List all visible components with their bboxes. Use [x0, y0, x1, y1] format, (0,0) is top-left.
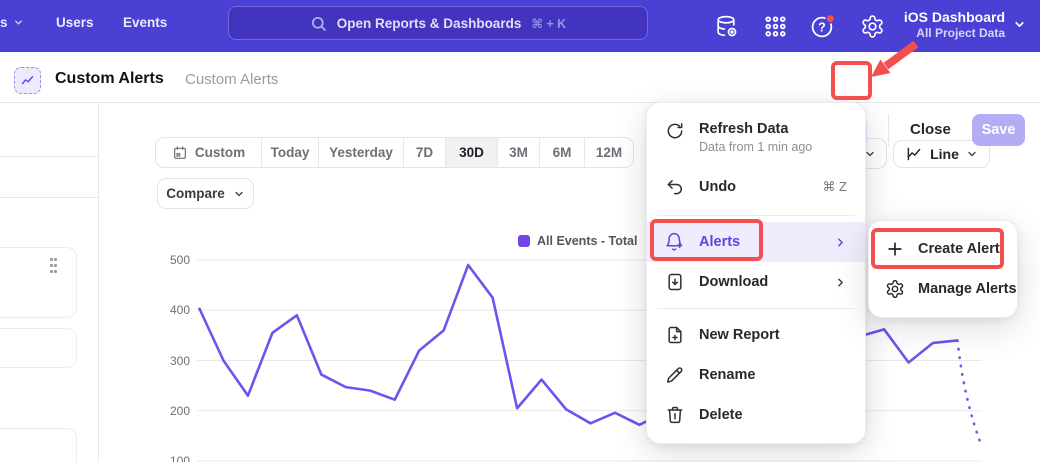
chevron-right-icon	[834, 276, 847, 289]
date-range-custom[interactable]: Custom	[156, 138, 262, 167]
search-placeholder: Open Reports & Dashboards	[337, 16, 522, 31]
chevron-down-icon	[966, 148, 978, 160]
trash-icon	[665, 405, 685, 425]
menu-item-label: Create Alert	[918, 241, 1000, 257]
date-range-label: 12M	[596, 145, 622, 160]
menu-item-alerts[interactable]: Alerts	[647, 222, 865, 262]
download-icon	[665, 272, 685, 292]
apps-grid-icon[interactable]	[763, 14, 788, 39]
menu-item-label: Undo	[699, 179, 808, 195]
plus-icon	[885, 239, 905, 259]
search-shortcut-hint: ⌘ + K	[531, 16, 566, 31]
calendar-icon	[172, 145, 188, 161]
report-options-menu: Refresh Data Data from 1 min ago Undo ⌘ …	[646, 102, 866, 444]
alerts-submenu: Create Alert Manage Alerts	[868, 220, 1018, 318]
menu-item-label: Rename	[699, 367, 847, 383]
date-range-yesterday[interactable]: Yesterday	[319, 138, 404, 167]
date-range-today[interactable]: Today	[262, 138, 319, 167]
compare-button[interactable]: Compare	[157, 178, 254, 209]
nav-item-users[interactable]: Users	[56, 15, 94, 30]
global-search-input[interactable]: Open Reports & Dashboards ⌘ + K	[228, 6, 648, 40]
date-range-label: 6M	[553, 145, 572, 160]
close-button[interactable]: Close	[910, 121, 951, 138]
notification-dot	[826, 15, 834, 23]
y-axis-tick-label: 300	[150, 354, 190, 368]
date-range-control: Custom Today Yesterday 7D 30D 3M 6M 12M	[155, 137, 634, 168]
report-header: Custom Alerts Custom Alerts GV Duplicate…	[0, 52, 1040, 103]
chevron-down-icon	[13, 17, 24, 28]
menu-item-shortcut: ⌘ Z	[822, 179, 847, 195]
svg-text:?: ?	[818, 20, 826, 34]
date-range-7d[interactable]: 7D	[404, 138, 446, 167]
legend-swatch	[518, 235, 530, 247]
y-axis-tick-label: 500	[150, 253, 190, 267]
date-range-label: 3M	[509, 145, 528, 160]
page-title: Custom Alerts	[55, 70, 164, 88]
menu-item-create-alert[interactable]: Create Alert	[869, 229, 1017, 269]
date-range-30d[interactable]: 30D	[446, 138, 498, 167]
y-axis-tick-label: 200	[150, 404, 190, 418]
menu-item-label: Manage Alerts	[918, 281, 1017, 297]
help-icon[interactable]: ?	[810, 14, 835, 39]
chevron-right-icon	[834, 236, 847, 249]
date-range-3m[interactable]: 3M	[498, 138, 540, 167]
date-range-label: Yesterday	[329, 145, 393, 160]
nav-item-events[interactable]: Events	[123, 15, 167, 30]
project-selector[interactable]: iOS Dashboard All Project Data	[904, 8, 1026, 41]
new-report-icon	[665, 325, 685, 345]
date-range-label: 7D	[416, 145, 433, 160]
nav-item-events-label: Events	[123, 15, 167, 30]
breadcrumb: Custom Alerts	[185, 71, 278, 88]
menu-item-label: Refresh Data	[699, 121, 812, 137]
project-scope: All Project Data	[904, 26, 1005, 41]
menu-item-label: Download	[699, 274, 820, 290]
menu-item-rename[interactable]: Rename	[647, 355, 865, 395]
y-axis-tick-label: 100	[150, 454, 190, 462]
alert-bell-icon	[665, 232, 685, 252]
data-management-icon[interactable]	[714, 14, 739, 39]
pencil-icon	[665, 365, 685, 385]
insights-report-icon	[14, 67, 41, 94]
undo-icon	[665, 177, 685, 197]
menu-item-download[interactable]: Download	[647, 262, 865, 302]
app-window: s Users Events Open Reports & Dashboards…	[0, 0, 1040, 462]
date-range-6m[interactable]: 6M	[540, 138, 585, 167]
menu-item-manage-alerts[interactable]: Manage Alerts	[869, 269, 1017, 309]
menu-item-label: Alerts	[699, 234, 820, 250]
gear-icon[interactable]	[860, 14, 885, 39]
date-range-12m[interactable]: 12M	[585, 138, 633, 167]
nav-item-users-label: Users	[56, 15, 94, 30]
date-range-label: Today	[271, 145, 310, 160]
chart-type-label: Line	[930, 146, 959, 162]
header-divider	[888, 114, 889, 147]
chevron-down-icon	[233, 188, 245, 200]
menu-item-label: New Report	[699, 327, 847, 343]
project-name: iOS Dashboard	[904, 8, 1005, 26]
menu-item-label: Delete	[699, 407, 847, 423]
legend-label: All Events - Total	[537, 234, 637, 248]
line-chart-icon	[905, 145, 923, 163]
date-range-label: 30D	[459, 145, 484, 160]
gear-icon	[885, 279, 905, 299]
menu-item-new-report[interactable]: New Report	[647, 315, 865, 355]
chart-legend[interactable]: All Events - Total	[518, 234, 637, 248]
refresh-icon	[665, 121, 685, 141]
y-axis-tick-label: 400	[150, 303, 190, 317]
menu-item-sublabel: Data from 1 min ago	[699, 140, 812, 154]
search-icon	[310, 15, 327, 32]
date-range-label: Custom	[195, 145, 245, 160]
menu-divider	[657, 215, 855, 216]
menu-item-refresh-data[interactable]: Refresh Data Data from 1 min ago	[647, 113, 865, 165]
compare-label: Compare	[166, 186, 225, 201]
chart-line-projected	[958, 340, 982, 447]
menu-divider	[657, 308, 855, 309]
menu-item-delete[interactable]: Delete	[647, 395, 865, 435]
chevron-down-icon	[1013, 18, 1026, 31]
menu-item-undo[interactable]: Undo ⌘ Z	[647, 165, 865, 209]
nav-item-truncated-label: s	[0, 15, 8, 30]
save-button[interactable]: Save	[972, 114, 1025, 146]
top-navbar: s Users Events Open Reports & Dashboards…	[0, 0, 1040, 52]
nav-item-truncated[interactable]: s	[0, 15, 24, 30]
